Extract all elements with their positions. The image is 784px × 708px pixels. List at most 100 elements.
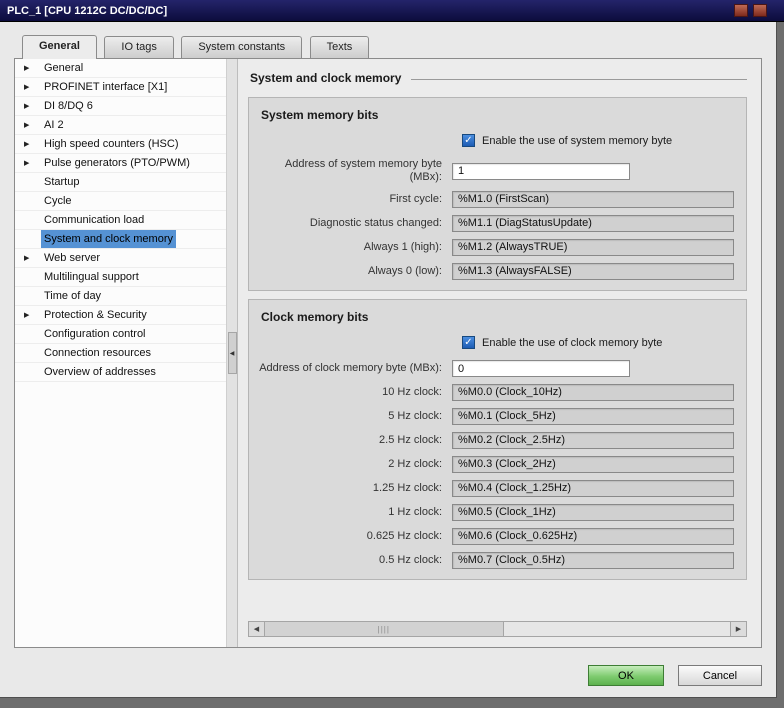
field-label: 5 Hz clock:: [388, 410, 442, 422]
chevron-right-icon: ▶: [24, 255, 30, 262]
sidebar-item-web-server[interactable]: ▶ Web server: [15, 249, 226, 268]
chevron-right-icon: ▶: [24, 84, 30, 91]
sidebar-item-startup[interactable]: ▶ Startup: [15, 173, 226, 192]
sidebar-item-ai-2[interactable]: ▶ AI 2: [15, 116, 226, 135]
sidebar-item-time-of-day[interactable]: ▶ Time of day: [15, 287, 226, 306]
enable-clock-memory-checkbox[interactable]: ✓: [462, 336, 475, 349]
field-value: %M0.3 (Clock_2Hz): [452, 456, 734, 473]
field-label: 0.5 Hz clock:: [379, 554, 442, 566]
scroll-right-button[interactable]: ▶: [730, 622, 746, 636]
clock-memory-address-label: Address of clock memory byte (MBx):: [259, 362, 442, 374]
enable-system-memory-row: ✓ Enable the use of system memory byte: [462, 134, 734, 147]
sidebar-item-label: Configuration control: [44, 328, 146, 340]
check-icon: ✓: [464, 135, 473, 146]
field-value: %M0.7 (Clock_0.5Hz): [452, 552, 734, 569]
sidebar-collapse-button[interactable]: ◀: [227, 332, 237, 374]
dialog-footer: OK Cancel: [0, 665, 762, 686]
field-row-diagnostic-status-changed: Diagnostic status changed: %M1.1 (DiagSt…: [259, 215, 734, 232]
sidebar-item-label: Connection resources: [44, 347, 152, 359]
sidebar-item-pulse-generators-pto-pwm[interactable]: ▶ Pulse generators (PTO/PWM): [15, 154, 226, 173]
sidebar-item-connection-resources[interactable]: ▶ Connection resources: [15, 344, 226, 363]
field-label: First cycle:: [389, 193, 442, 205]
sidebar-item-configuration-control[interactable]: ▶ Configuration control: [15, 325, 226, 344]
heading-rule: [411, 79, 747, 80]
field-row-0-625-hz-clock: 0.625 Hz clock: %M0.6 (Clock_0.625Hz): [259, 528, 734, 545]
field-row-always-1-high: Always 1 (high): %M1.2 (AlwaysTRUE): [259, 239, 734, 256]
field-row-1-25-hz-clock: 1.25 Hz clock: %M0.4 (Clock_1.25Hz): [259, 480, 734, 497]
field-row-first-cycle: First cycle: %M1.0 (FirstScan): [259, 191, 734, 208]
field-value: %M0.6 (Clock_0.625Hz): [452, 528, 734, 545]
sidebar-item-di-8-dq-6[interactable]: ▶ DI 8/DQ 6: [15, 97, 226, 116]
sidebar-item-cycle[interactable]: ▶ Cycle: [15, 192, 226, 211]
sidebar-item-overview-of-addresses[interactable]: ▶ Overview of addresses: [15, 363, 226, 382]
enable-system-memory-checkbox[interactable]: ✓: [462, 134, 475, 147]
properties-content: ▶ General ▶ PROFINET interface [X1] ▶ DI…: [14, 58, 762, 648]
settings-panel: System and clock memory System memory bi…: [238, 59, 761, 647]
field-label: Always 1 (high):: [363, 241, 442, 253]
tab-texts[interactable]: Texts: [309, 36, 370, 58]
clock-memory-address-input[interactable]: [452, 360, 630, 377]
sidebar-item-protection-security[interactable]: ▶ Protection & Security: [15, 306, 226, 325]
cancel-button[interactable]: Cancel: [678, 665, 762, 686]
field-value: %M0.5 (Clock_1Hz): [452, 504, 734, 521]
field-row-10-hz-clock: 10 Hz clock: %M0.0 (Clock_10Hz): [259, 384, 734, 401]
tab-system-constants[interactable]: System constants: [181, 36, 303, 58]
field-label: Diagnostic status changed:: [309, 217, 442, 229]
sidebar-item-high-speed-counters-hsc[interactable]: ▶ High speed counters (HSC): [15, 135, 226, 154]
field-row-0-5-hz-clock: 0.5 Hz clock: %M0.7 (Clock_0.5Hz): [259, 552, 734, 569]
sidebar-item-general[interactable]: ▶ General: [15, 59, 226, 78]
field-label: 1 Hz clock:: [388, 506, 442, 518]
chevron-right-icon: ▶: [24, 103, 30, 110]
scrollbar-track[interactable]: [504, 622, 730, 636]
tab-bar: General IO tags System constants Texts: [0, 22, 776, 59]
field-value: %M0.2 (Clock_2.5Hz): [452, 432, 734, 449]
ok-button[interactable]: OK: [588, 665, 664, 686]
field-value: %M1.3 (AlwaysFALSE): [452, 263, 734, 280]
field-label: 2 Hz clock:: [388, 458, 442, 470]
scroll-left-icon: ◀: [253, 626, 260, 633]
field-value: %M1.2 (AlwaysTRUE): [452, 239, 734, 256]
horizontal-scrollbar[interactable]: ◀ |||| ▶: [248, 621, 747, 637]
sidebar-item-communication-load[interactable]: ▶ Communication load: [15, 211, 226, 230]
enable-clock-memory-label: Enable the use of clock memory byte: [482, 336, 663, 349]
field-row-5-hz-clock: 5 Hz clock: %M0.1 (Clock_5Hz): [259, 408, 734, 425]
sidebar-item-label: Multilingual support: [44, 271, 139, 283]
tab-general[interactable]: General: [22, 35, 97, 59]
window-button-close[interactable]: [753, 4, 767, 17]
navigation-tree: ▶ General ▶ PROFINET interface [X1] ▶ DI…: [15, 59, 227, 647]
sidebar-item-profinet-interface-x1[interactable]: ▶ PROFINET interface [X1]: [15, 78, 226, 97]
field-label: 0.625 Hz clock:: [366, 530, 442, 542]
field-row-2-5-hz-clock: 2.5 Hz clock: %M0.2 (Clock_2.5Hz): [259, 432, 734, 449]
chevron-right-icon: ▶: [24, 141, 30, 148]
page-heading: System and clock memory: [250, 71, 747, 85]
sidebar-item-multilingual-support[interactable]: ▶ Multilingual support: [15, 268, 226, 287]
system-memory-address-label: Address of system memory byte (MBx):: [284, 158, 442, 183]
chevron-right-icon: ▶: [24, 312, 30, 319]
tab-io-tags[interactable]: IO tags: [104, 36, 174, 58]
system-memory-section-title: System memory bits: [261, 108, 379, 122]
system-memory-section: System memory bits ✓ Enable the use of s…: [248, 97, 747, 291]
title-bar: PLC_1 [CPU 1212C DC/DC/DC]: [0, 0, 784, 22]
system-memory-address-input[interactable]: [452, 162, 630, 180]
sidebar-item-label: AI 2: [44, 119, 64, 131]
scroll-left-button[interactable]: ◀: [249, 622, 265, 636]
window-button-help[interactable]: [734, 4, 748, 17]
grip-icon: ||||: [377, 624, 390, 634]
field-label: 10 Hz clock:: [382, 386, 442, 398]
page-title: System and clock memory: [250, 71, 402, 85]
enable-system-memory-label: Enable the use of system memory byte: [482, 134, 673, 147]
chevron-right-icon: ▶: [24, 122, 30, 129]
field-label: Always 0 (low):: [368, 265, 442, 277]
sidebar-item-label: Time of day: [44, 290, 102, 302]
clock-memory-section-title: Clock memory bits: [261, 310, 369, 324]
scrollbar-thumb[interactable]: ||||: [265, 622, 504, 636]
sidebar-item-label: Web server: [44, 252, 101, 264]
field-label: 1.25 Hz clock:: [372, 482, 442, 494]
check-icon: ✓: [464, 337, 473, 348]
sidebar-item-system-and-clock-memory[interactable]: ▶ System and clock memory: [15, 230, 226, 249]
sidebar-splitter: ◀: [227, 59, 238, 647]
window-title: PLC_1 [CPU 1212C DC/DC/DC]: [7, 4, 168, 17]
system-memory-address-row: Address of system memory byte (MBx):: [259, 158, 734, 184]
field-value: %M0.4 (Clock_1.25Hz): [452, 480, 734, 497]
sidebar-item-label: DI 8/DQ 6: [44, 100, 93, 112]
